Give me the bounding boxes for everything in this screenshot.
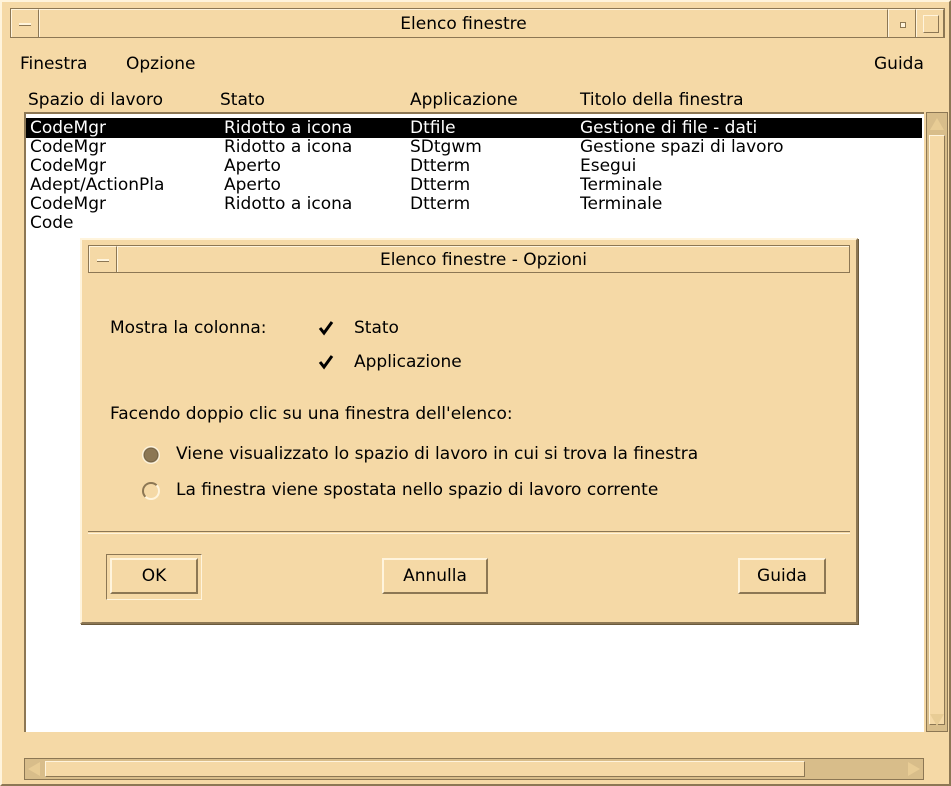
column-header-workspace: Spazio di lavoro (28, 90, 163, 110)
radio-show-workspace-label[interactable]: Viene visualizzato lo spazio di lavoro i… (176, 444, 698, 464)
horizontal-scroll-thumb[interactable] (45, 761, 805, 777)
list-cell-title: Esegui (580, 156, 637, 176)
column-header-state: Stato (220, 90, 265, 110)
checkbox-state-label[interactable]: Stato (354, 318, 399, 338)
list-cell-workspace: CodeMgr (30, 137, 106, 157)
list-item[interactable]: CodeMgr Ridotto a icona SDtgwm Gestione spa… (26, 137, 922, 157)
list-item[interactable]: Adept/ActionPla Aperto Dtterm Terminale (26, 175, 922, 195)
show-column-label: Mostra la colonna: (110, 318, 267, 338)
list-cell-application: Dtfile (410, 118, 456, 138)
checkbox-application-label[interactable]: Applicazione (354, 352, 462, 372)
menu-guida[interactable]: Guida (874, 54, 924, 74)
cancel-button[interactable]: Annulla (382, 558, 488, 594)
window-title: Elenco finestre (39, 9, 888, 37)
list-cell-workspace: CodeMgr (30, 156, 106, 176)
dialog-title: Elenco finestre - Opzioni (117, 246, 849, 272)
column-header-application: Applicazione (410, 90, 518, 110)
menu-opzione[interactable]: Opzione (126, 54, 195, 74)
list-cell-workspace: CodeMgr (30, 194, 106, 214)
list-cell-state: Ridotto a icona (224, 194, 353, 214)
list-item[interactable]: CodeMgr Ridotto a icona Dtterm Terminale (26, 194, 922, 214)
double-click-label: Facendo doppio clic su una finestra dell… (110, 404, 513, 424)
list-item[interactable]: CodeMgr Ridotto a icona Dtfile Gestione di … (26, 118, 922, 138)
scroll-left-icon[interactable] (28, 762, 40, 776)
list-cell-workspace: Code (30, 213, 74, 233)
vertical-scrollbar[interactable] (926, 112, 948, 732)
minimize-icon[interactable] (888, 9, 916, 37)
list-cell-title: Terminale (580, 194, 663, 214)
maximize-icon[interactable] (916, 9, 944, 37)
list-cell-title: Terminale (580, 175, 663, 195)
window-menu-icon[interactable] (11, 9, 39, 37)
options-dialog: Elenco finestre - Opzioni Mostra la colo… (80, 238, 858, 624)
check-icon[interactable] (318, 320, 334, 336)
list-cell-state: Aperto (224, 175, 281, 195)
list-cell-application: Dtterm (410, 156, 471, 176)
radio-show-workspace[interactable] (142, 446, 160, 464)
list-cell-workspace: Adept/ActionPla (30, 175, 165, 195)
window-menu-icon[interactable] (89, 246, 117, 272)
window-titlebar[interactable]: Elenco finestre (10, 8, 945, 38)
vertical-scroll-thumb[interactable] (929, 135, 945, 725)
scroll-down-icon[interactable] (930, 714, 944, 728)
list-cell-state: Ridotto a icona (224, 118, 353, 138)
dialog-body: Mostra la colonna: Stato Applicazione Fa… (88, 276, 850, 532)
radio-move-window[interactable] (142, 482, 160, 500)
radio-move-window-label[interactable]: La finestra viene spostata nello spazio … (176, 480, 658, 500)
list-cell-application: Dtterm (410, 175, 471, 195)
list-cell-application: Dtterm (410, 194, 471, 214)
window-list-window: Elenco finestre Finestra Opzione Guida S… (0, 0, 951, 786)
dialog-titlebar[interactable]: Elenco finestre - Opzioni (88, 245, 850, 273)
list-cell-state: Aperto (224, 156, 281, 176)
list-cell-title: Gestione di file - dati (580, 118, 758, 138)
ok-button[interactable]: OK (110, 558, 198, 594)
menu-finestra[interactable]: Finestra (20, 54, 87, 74)
horizontal-scrollbar[interactable] (24, 758, 924, 780)
help-button[interactable]: Guida (738, 558, 826, 594)
scroll-up-icon[interactable] (930, 116, 944, 130)
list-cell-title: Gestione spazi di lavoro (580, 137, 784, 157)
list-cell-application: SDtgwm (410, 137, 482, 157)
list-item[interactable]: Code (26, 213, 922, 233)
list-item[interactable]: CodeMgr Aperto Dtterm Esegui (26, 156, 922, 176)
check-icon[interactable] (318, 354, 334, 370)
scroll-right-icon[interactable] (908, 762, 920, 776)
column-header-title: Titolo della finestra (580, 90, 744, 110)
list-cell-workspace: CodeMgr (30, 118, 106, 138)
list-cell-state: Ridotto a icona (224, 137, 353, 157)
dialog-separator (88, 533, 850, 534)
menu-bar: Finestra Opzione Guida (12, 42, 943, 82)
